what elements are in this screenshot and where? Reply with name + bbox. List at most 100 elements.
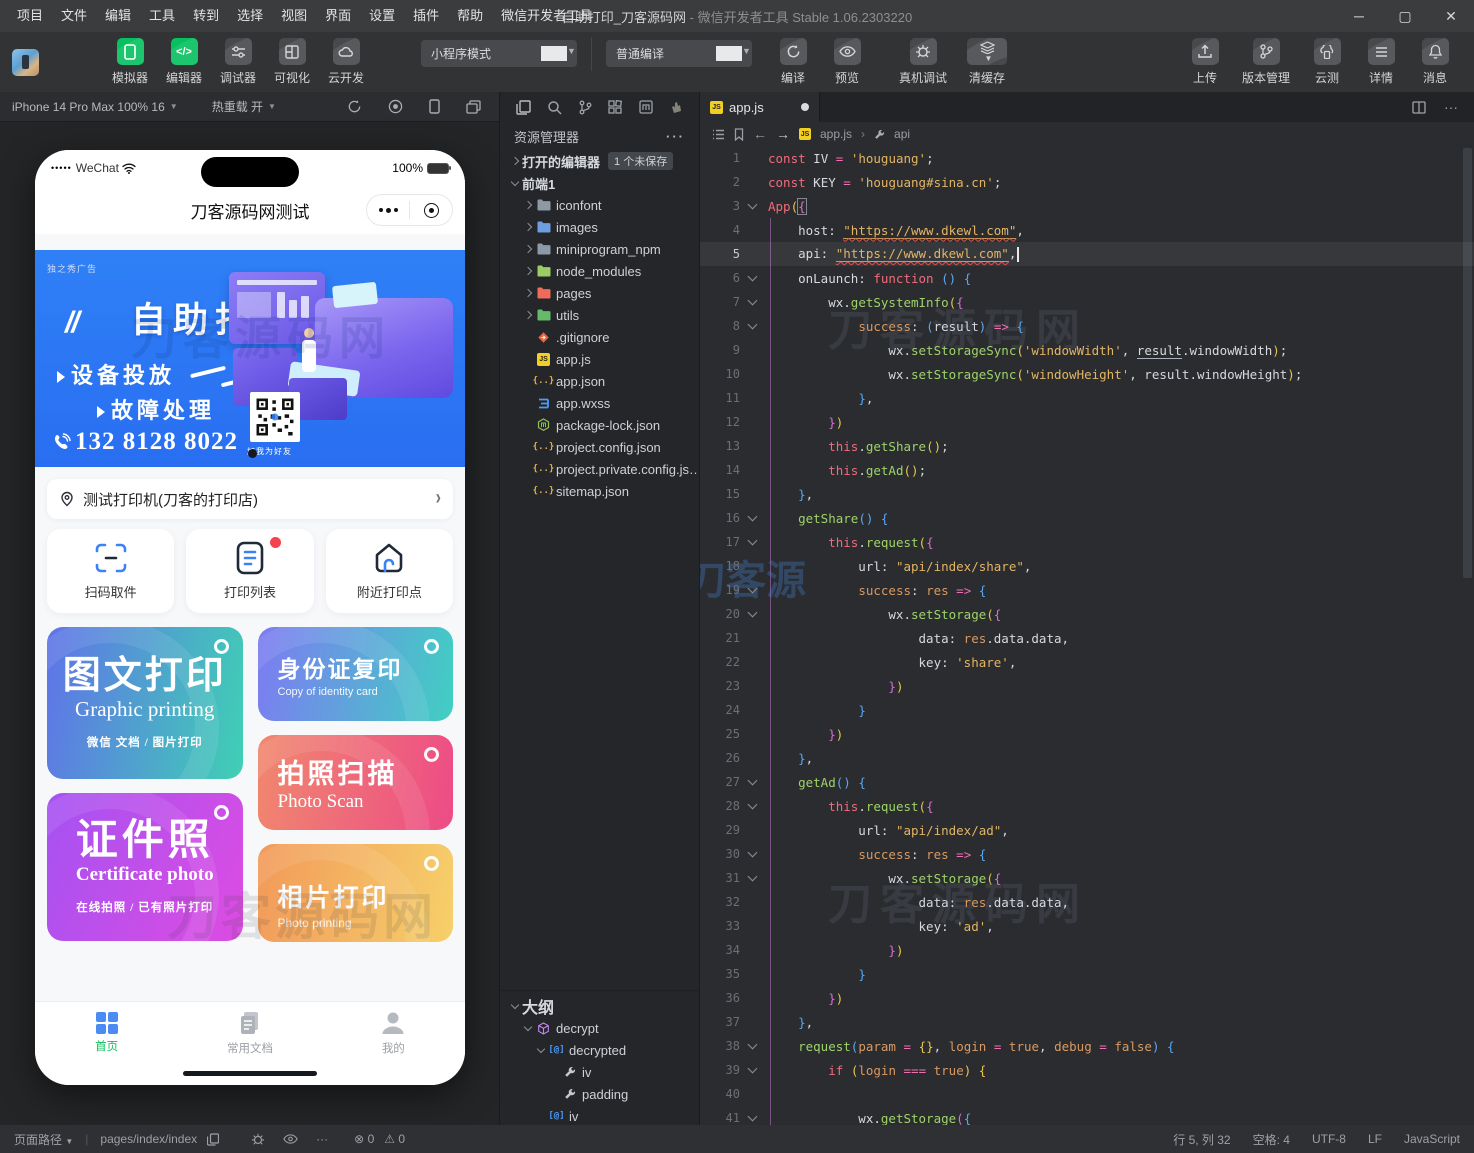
tree-item[interactable]: [@]iv [500,1105,699,1125]
code-line[interactable]: 41 wx.getStorage({ [700,1106,1474,1125]
code-line[interactable]: 8 success: (result) => { [700,314,1474,338]
minimize-button[interactable]: ─ [1336,0,1382,32]
tab-home[interactable]: 首页 [35,1002,178,1064]
details-button[interactable]: 详情 [1354,38,1408,86]
split-editor-icon[interactable] [1412,101,1426,114]
stop-icon[interactable] [388,99,403,114]
grab-icon[interactable] [669,100,683,114]
menu-item[interactable]: 项目 [8,0,52,32]
code-line[interactable]: 30 success: res => { [700,842,1474,866]
code-line[interactable]: 40 [700,1082,1474,1106]
cloud-test-button[interactable]: 云测 [1300,38,1354,86]
clear-cache-button[interactable]: ▼ 清缓存 [956,38,1018,86]
code-line[interactable]: 14 this.getAd(); [700,458,1474,482]
mode-select[interactable]: 小程序模式▼ [421,40,577,67]
tree-item[interactable]: miniprogram_npm [500,238,699,260]
fold-icon[interactable] [740,805,764,808]
tree-item[interactable]: app.wxss [500,392,699,414]
compile-button[interactable]: 编译 [766,38,820,86]
tree-item[interactable]: {..}sitemap.json [500,480,699,502]
code-line[interactable]: 39 if (login === true) { [700,1058,1474,1082]
preview-button[interactable]: 预览 [820,38,874,86]
tree-item[interactable]: .gitignore [500,326,699,348]
fold-icon[interactable] [740,277,764,280]
menu-item[interactable]: 插件 [404,0,448,32]
hot-reload-select[interactable]: 热重载 开▼ [212,98,286,115]
files-icon[interactable] [516,100,531,115]
tree-item[interactable]: decrypt [500,1017,699,1039]
tree-item[interactable]: utils [500,304,699,326]
fold-icon[interactable] [740,517,764,520]
fold-icon[interactable] [740,205,764,208]
menu-item[interactable]: 视图 [272,0,316,32]
tree-item[interactable]: 前端1 [500,172,699,194]
search-icon[interactable] [547,100,562,115]
service-tile[interactable]: 相片打印 Photo printing [258,844,454,942]
encoding-setting[interactable]: UTF-8 [1312,1132,1346,1146]
multi-window-icon[interactable] [466,100,481,114]
code-line[interactable]: 1const IV = 'houguang'; [700,146,1474,170]
code-line[interactable]: 23 }) [700,674,1474,698]
tab-documents[interactable]: 常用文档 [178,1002,321,1064]
tree-item[interactable]: 打开的编辑器1 个未保存 [500,150,699,172]
simulator-toggle-button[interactable]: 模拟器 [103,38,157,86]
code-line[interactable]: 21 data: res.data.data, [700,626,1474,650]
close-button[interactable]: ✕ [1428,0,1474,32]
compile-mode-select[interactable]: 普通编译▼ [606,40,752,67]
more-actions-icon[interactable]: ··· [666,129,685,144]
breadcrumb-file[interactable]: app.js [820,127,852,141]
outline-header[interactable]: 大纲 [500,995,699,1017]
more-dots-icon[interactable] [367,208,409,213]
code-line[interactable]: 4 host: "https://www.dkewl.com", [700,218,1474,242]
code-line[interactable]: 19 success: res => { [700,578,1474,602]
tab-profile[interactable]: 我的 [322,1002,465,1064]
editor-toggle-button[interactable]: </> 编辑器 [157,38,211,86]
tab-appjs[interactable]: JS app.js [700,92,820,122]
code-line[interactable]: 34 }) [700,938,1474,962]
code-line[interactable]: 6 onLaunch: function () { [700,266,1474,290]
tree-item[interactable]: node_modules [500,260,699,282]
bookmark-icon[interactable] [734,128,744,141]
tree-item[interactable]: package-lock.json [500,414,699,436]
tree-item[interactable]: JSapp.js [500,348,699,370]
device-select[interactable]: iPhone 14 Pro Max 100% 16▼ [12,100,188,114]
extensions-icon[interactable] [608,100,622,114]
code-line[interactable]: 27 getAd() { [700,770,1474,794]
tree-item[interactable]: iv [500,1061,699,1083]
debugger-toggle-button[interactable]: 调试器 [211,38,265,86]
menu-item[interactable]: 编辑 [96,0,140,32]
code-line[interactable]: 11 }, [700,386,1474,410]
remote-debug-button[interactable]: 真机调试 [890,38,956,86]
code-line[interactable]: 13 this.getShare(); [700,434,1474,458]
messages-button[interactable]: 消息 [1408,38,1462,86]
tree-item[interactable]: [@]decrypted [500,1039,699,1061]
more-icon[interactable]: ··· [316,1132,328,1146]
fold-icon[interactable] [740,781,764,784]
nearby-points-card[interactable]: 附近打印点 [326,529,453,613]
print-list-card[interactable]: 打印列表 [186,529,313,613]
upload-button[interactable]: 上传 [1178,38,1232,86]
menu-item[interactable]: 选择 [228,0,272,32]
menu-item[interactable]: 转到 [184,0,228,32]
code-line[interactable]: 28 this.request({ [700,794,1474,818]
code-area[interactable]: 刀客源码网 刀客源码网 刀客源码网 1const IV = 'houguang'… [700,146,1474,1125]
tree-item[interactable]: iconfont [500,194,699,216]
eol-setting[interactable]: LF [1368,1132,1382,1146]
tree-item[interactable]: {..}project.private.config.js… [500,458,699,480]
scan-pickup-card[interactable]: 扫码取件 [47,529,174,613]
nav-forward-icon[interactable]: → [776,126,790,142]
code-line[interactable]: 17 this.request({ [700,530,1474,554]
npm-panel-icon[interactable] [639,100,653,114]
code-line[interactable]: 7 wx.getSystemInfo({ [700,290,1474,314]
code-line[interactable]: 29 url: "api/index/ad", [700,818,1474,842]
menu-item[interactable]: 帮助 [448,0,492,32]
cursor-position[interactable]: 行 5, 列 32 [1173,1131,1230,1148]
eye-icon[interactable] [283,1134,298,1144]
fold-icon[interactable] [740,1045,764,1048]
fold-icon[interactable] [740,589,764,592]
code-line[interactable]: 31 wx.setStorage({ [700,866,1474,890]
menu-item[interactable]: 设置 [360,0,404,32]
code-line[interactable]: 25 }) [700,722,1474,746]
service-tile[interactable]: 拍照扫描 Photo Scan [258,735,454,830]
menu-item[interactable]: 工具 [140,0,184,32]
